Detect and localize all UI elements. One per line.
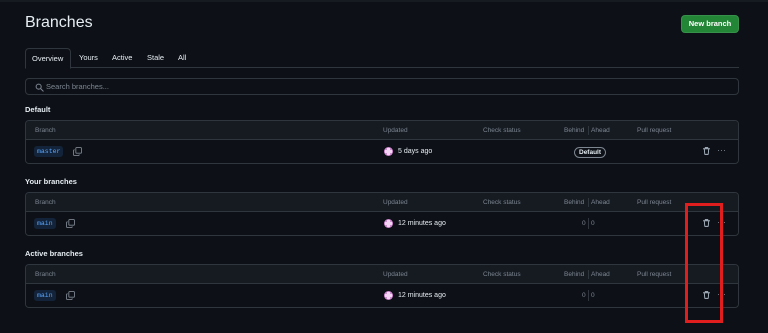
kebab-horizontal-icon[interactable]: ··· (717, 145, 726, 155)
col-updated: Updated (383, 127, 408, 134)
col-branch: Branch (35, 199, 56, 206)
default-branches-table: Branch Updated Check status Behind Ahead… (25, 120, 739, 164)
col-ahead: Ahead (591, 271, 610, 278)
avatar[interactable] (384, 291, 393, 300)
col-updated: Updated (383, 199, 408, 206)
table-row: main 12 minutes ago 0 0 ··· (26, 212, 738, 235)
branch-name-link[interactable]: main (34, 218, 56, 229)
column-divider (588, 270, 589, 279)
tab-bar: Overview Yours Active Stale All (25, 48, 739, 69)
col-updated: Updated (383, 271, 408, 278)
column-divider (588, 290, 589, 301)
table-row: main 12 minutes ago 0 0 ··· (26, 284, 738, 307)
col-branch: Branch (35, 271, 56, 278)
kebab-horizontal-icon[interactable]: ··· (717, 217, 726, 227)
table-header: Branch Updated Check status Behind Ahead… (26, 121, 738, 140)
page-title: Branches (25, 14, 93, 31)
active-branches-table: Branch Updated Check status Behind Ahead… (25, 264, 739, 308)
column-divider (588, 198, 589, 207)
trash-icon[interactable] (702, 218, 711, 228)
tab-stale[interactable]: Stale (141, 48, 170, 69)
col-check-status: Check status (483, 127, 521, 134)
branch-name-link[interactable]: master (34, 146, 64, 157)
copy-icon[interactable] (66, 219, 75, 228)
col-pull-request: Pull request (637, 199, 672, 206)
behind-count: 0 (582, 220, 586, 227)
new-branch-button[interactable]: New branch (681, 15, 739, 33)
table-row: master 5 days ago Default ··· (26, 140, 738, 163)
column-divider (588, 218, 589, 229)
tab-all[interactable]: All (172, 48, 192, 69)
tab-active[interactable]: Active (106, 48, 138, 69)
kebab-horizontal-icon[interactable]: ··· (717, 289, 726, 299)
col-check-status: Check status (483, 199, 521, 206)
col-behind: Behind (564, 271, 585, 278)
branch-name-link[interactable]: main (34, 290, 56, 301)
top-border (0, 0, 768, 2)
table-header: Branch Updated Check status Behind Ahead… (26, 265, 738, 284)
ahead-count: 0 (591, 220, 595, 227)
search-box[interactable] (25, 78, 739, 95)
column-divider (588, 126, 589, 135)
ahead-count: 0 (591, 292, 595, 299)
updated-time: 12 minutes ago (398, 292, 446, 299)
search-input[interactable] (46, 80, 726, 93)
behind-count: 0 (582, 292, 586, 299)
tab-yours[interactable]: Yours (73, 48, 104, 69)
copy-icon[interactable] (73, 147, 82, 156)
updated-time: 5 days ago (398, 148, 433, 155)
col-behind: Behind (564, 127, 585, 134)
col-ahead: Ahead (591, 199, 610, 206)
trash-icon[interactable] (702, 290, 711, 300)
trash-icon[interactable] (702, 146, 711, 156)
col-branch: Branch (35, 127, 56, 134)
your-branches-table: Branch Updated Check status Behind Ahead… (25, 192, 739, 236)
search-icon (35, 83, 44, 92)
section-title-active-branches: Active branches (25, 249, 83, 258)
copy-icon[interactable] (66, 291, 75, 300)
tab-overview[interactable]: Overview (25, 48, 71, 69)
col-behind: Behind (564, 199, 585, 206)
col-pull-request: Pull request (637, 271, 672, 278)
section-title-your-branches: Your branches (25, 177, 77, 186)
col-check-status: Check status (483, 271, 521, 278)
avatar[interactable] (384, 147, 393, 156)
avatar[interactable] (384, 219, 393, 228)
updated-time: 12 minutes ago (398, 220, 446, 227)
default-badge: Default (574, 147, 607, 158)
col-ahead: Ahead (591, 127, 610, 134)
col-pull-request: Pull request (637, 127, 672, 134)
table-header: Branch Updated Check status Behind Ahead… (26, 193, 738, 212)
section-title-default: Default (25, 105, 51, 114)
